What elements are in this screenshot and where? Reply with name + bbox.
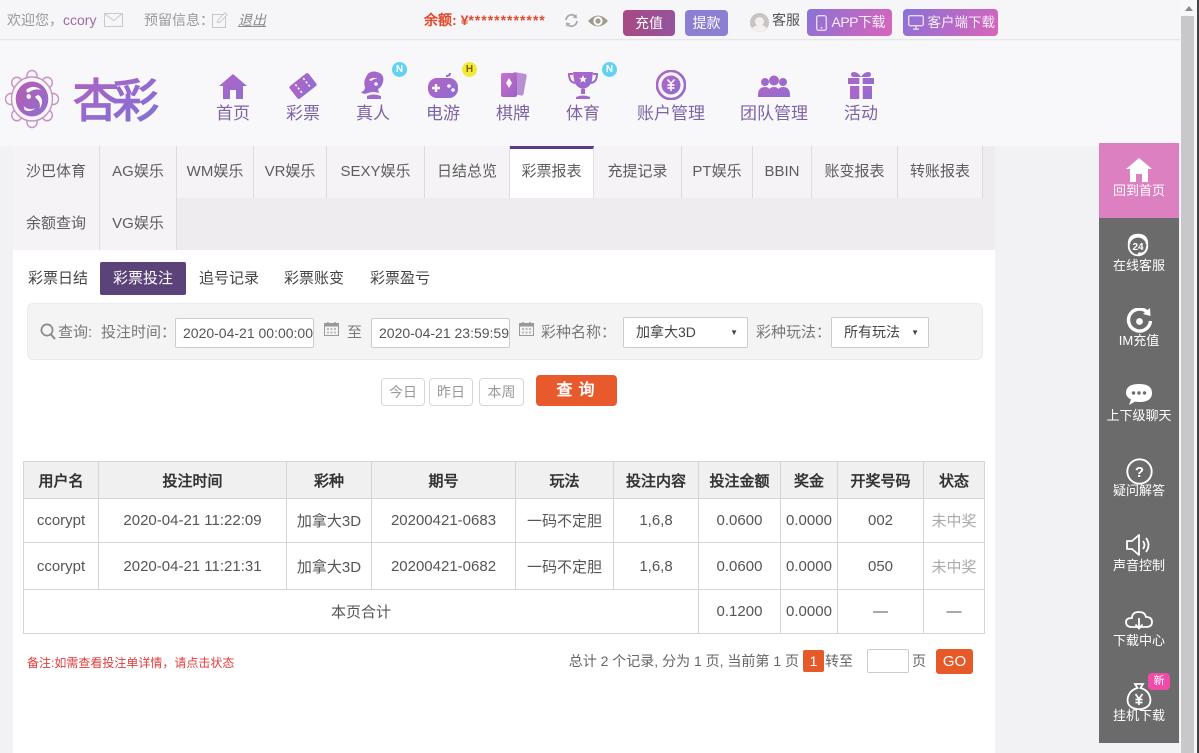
svg-text:?: ? (1134, 464, 1143, 481)
svg-text:杏彩: 杏彩 (73, 75, 159, 127)
svg-text:24: 24 (1132, 242, 1144, 253)
